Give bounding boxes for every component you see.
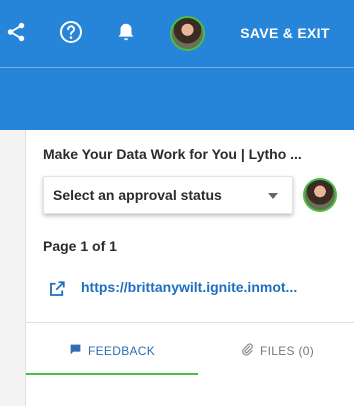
avatar[interactable] [170,16,205,51]
page-count: Page 1 of 1 [43,238,117,254]
help-icon[interactable] [55,16,87,48]
tab-feedback-label: FEEDBACK [88,344,156,358]
comment-icon [69,343,82,359]
review-panel: Make Your Data Work for You | Lytho ... … [25,130,354,406]
approval-status-select[interactable]: Select an approval status [43,176,293,214]
chevron-down-icon [268,193,278,199]
bell-icon[interactable] [110,16,142,48]
top-bar: SAVE & EXIT [0,0,354,130]
tab-files-label: FILES (0) [260,344,315,358]
reviewer-avatar[interactable] [303,178,337,212]
save-exit-button[interactable]: SAVE & EXIT [230,22,340,44]
document-link-text[interactable]: https://brittanywilt.ignite.inmot... [81,279,346,295]
external-link-icon [48,280,66,298]
document-title: Make Your Data Work for You | Lytho ... [43,146,302,162]
paperclip-icon [241,343,254,359]
tab-feedback[interactable]: FEEDBACK [69,340,155,362]
document-link[interactable]: https://brittanywilt.ignite.inmot... [48,278,348,300]
share-icon[interactable] [0,16,32,48]
approval-status-label: Select an approval status [53,187,222,203]
tabs-divider [26,322,354,323]
tab-files[interactable]: FILES (0) [241,340,314,362]
active-tab-indicator [26,373,198,375]
header-divider [0,67,354,68]
